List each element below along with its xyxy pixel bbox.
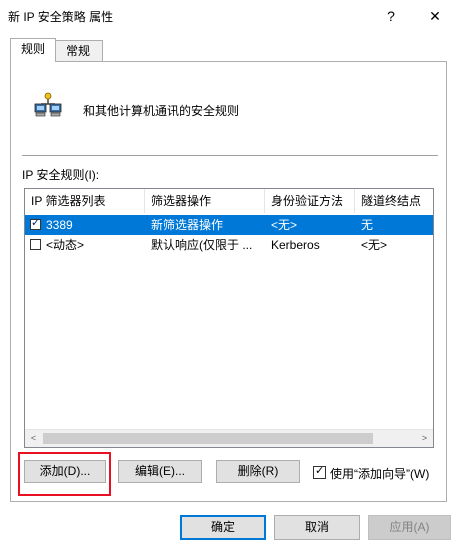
close-button[interactable]: ✕ bbox=[413, 0, 457, 32]
tab-rules[interactable]: 规则 bbox=[10, 38, 56, 62]
scroll-left-icon[interactable]: < bbox=[25, 430, 42, 447]
use-wizard-label[interactable]: 使用“添加向导”(W) bbox=[330, 465, 429, 482]
cell-filter-list: <动态> bbox=[46, 238, 85, 252]
add-button[interactable]: 添加(D)... bbox=[24, 460, 106, 483]
cancel-button[interactable]: 取消 bbox=[274, 515, 360, 540]
column-header-filter-list[interactable]: IP 筛选器列表 bbox=[25, 189, 145, 213]
column-header-auth-method[interactable]: 身份验证方法 bbox=[265, 189, 355, 213]
cell-filter-list: 3389 bbox=[46, 218, 73, 232]
column-header-filter-action[interactable]: 筛选器操作 bbox=[145, 189, 265, 213]
title-bar: 新 IP 安全策略 属性 ? ✕ bbox=[0, 0, 457, 32]
ok-button[interactable]: 确定 bbox=[180, 515, 266, 540]
rules-list[interactable]: IP 筛选器列表 筛选器操作 身份验证方法 隧道终结点 3389 新筛选器操作 … bbox=[24, 188, 434, 448]
scrollbar-thumb[interactable] bbox=[43, 433, 373, 444]
help-button[interactable]: ? bbox=[369, 0, 413, 32]
table-row[interactable]: 3389 新筛选器操作 <无> 无 bbox=[25, 215, 433, 235]
row-checkbox[interactable] bbox=[30, 239, 41, 250]
column-header-tunnel-endpoint[interactable]: 隧道终结点 bbox=[355, 189, 433, 213]
cell-auth-method: Kerberos bbox=[271, 238, 320, 252]
window-title: 新 IP 安全策略 属性 bbox=[8, 10, 114, 24]
rules-list-label: IP 安全规则(I): bbox=[22, 168, 100, 182]
separator bbox=[22, 155, 438, 156]
row-checkbox[interactable] bbox=[30, 216, 41, 230]
cell-auth-method: <无> bbox=[271, 218, 298, 232]
table-row[interactable]: <动态> 默认响应(仅限于 ... Kerberos <无> bbox=[25, 235, 433, 255]
edit-button[interactable]: 编辑(E)... bbox=[118, 460, 202, 483]
remove-button[interactable]: 删除(R) bbox=[216, 460, 300, 483]
tab-general[interactable]: 常规 bbox=[53, 40, 103, 61]
network-computers-icon bbox=[33, 92, 63, 118]
cell-tunnel-endpoint: <无> bbox=[361, 238, 388, 252]
cell-tunnel-endpoint: 无 bbox=[361, 218, 374, 232]
cell-filter-action: 新筛选器操作 bbox=[151, 218, 224, 232]
scroll-right-icon[interactable]: > bbox=[416, 430, 433, 447]
cell-filter-action: 默认响应(仅限于 ... bbox=[151, 238, 253, 252]
description-text: 和其他计算机通讯的安全规则 bbox=[83, 104, 240, 118]
apply-button[interactable]: 应用(A) bbox=[368, 515, 451, 540]
use-wizard-checkbox[interactable] bbox=[313, 464, 326, 479]
horizontal-scrollbar[interactable]: < > bbox=[25, 429, 433, 447]
